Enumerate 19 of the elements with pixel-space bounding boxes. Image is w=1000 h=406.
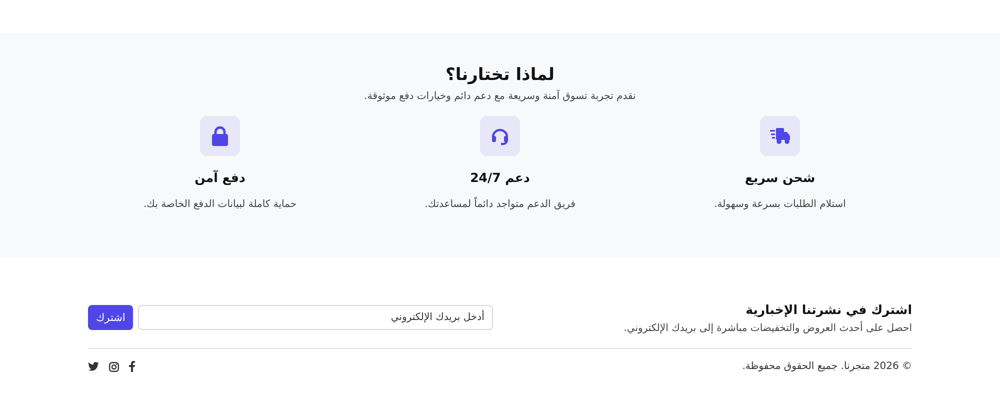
lock-icon <box>211 126 229 146</box>
email-field[interactable]: أدخل بريدك الإلكتروني <box>138 305 494 330</box>
feature-text: استلام الطلبات بسرعة وسهولة. <box>714 199 846 210</box>
instagram-icon[interactable] <box>109 362 119 372</box>
headset-icon <box>490 126 510 146</box>
feature-text: حماية كاملة لبيانات الدفع الخاصة بك. <box>144 199 297 210</box>
newsletter-text: احصل على أحدث العروض والتخفيضات مباشرة إلى بريدك الإلكتروني. <box>624 322 912 334</box>
section-title: لماذا تختارنا؟ <box>444 65 556 85</box>
truck-icon <box>770 127 790 145</box>
newsletter-title: اشترك في نشرتنا الإخبارية <box>744 302 912 316</box>
feature-text: فريق الدعم متواجد دائماً لمساعدتك. <box>424 199 576 210</box>
section-subtitle: نقدم تجربة تسوق آمنة وسريعة مع دعم دائم وخيارات دفع موثوقة. <box>363 91 637 102</box>
copyright-text: © 2026 متجرنا. جميع الحقوق محفوظة. <box>742 361 912 372</box>
feature-title: شحن سريع <box>744 170 816 185</box>
feature-title: دفع آمن <box>194 170 246 185</box>
facebook-icon[interactable] <box>129 361 135 372</box>
feature-title: دعم 24/7 <box>470 170 530 185</box>
subscribe-button[interactable]: اشترك <box>88 305 134 330</box>
twitter-icon[interactable] <box>88 362 99 371</box>
